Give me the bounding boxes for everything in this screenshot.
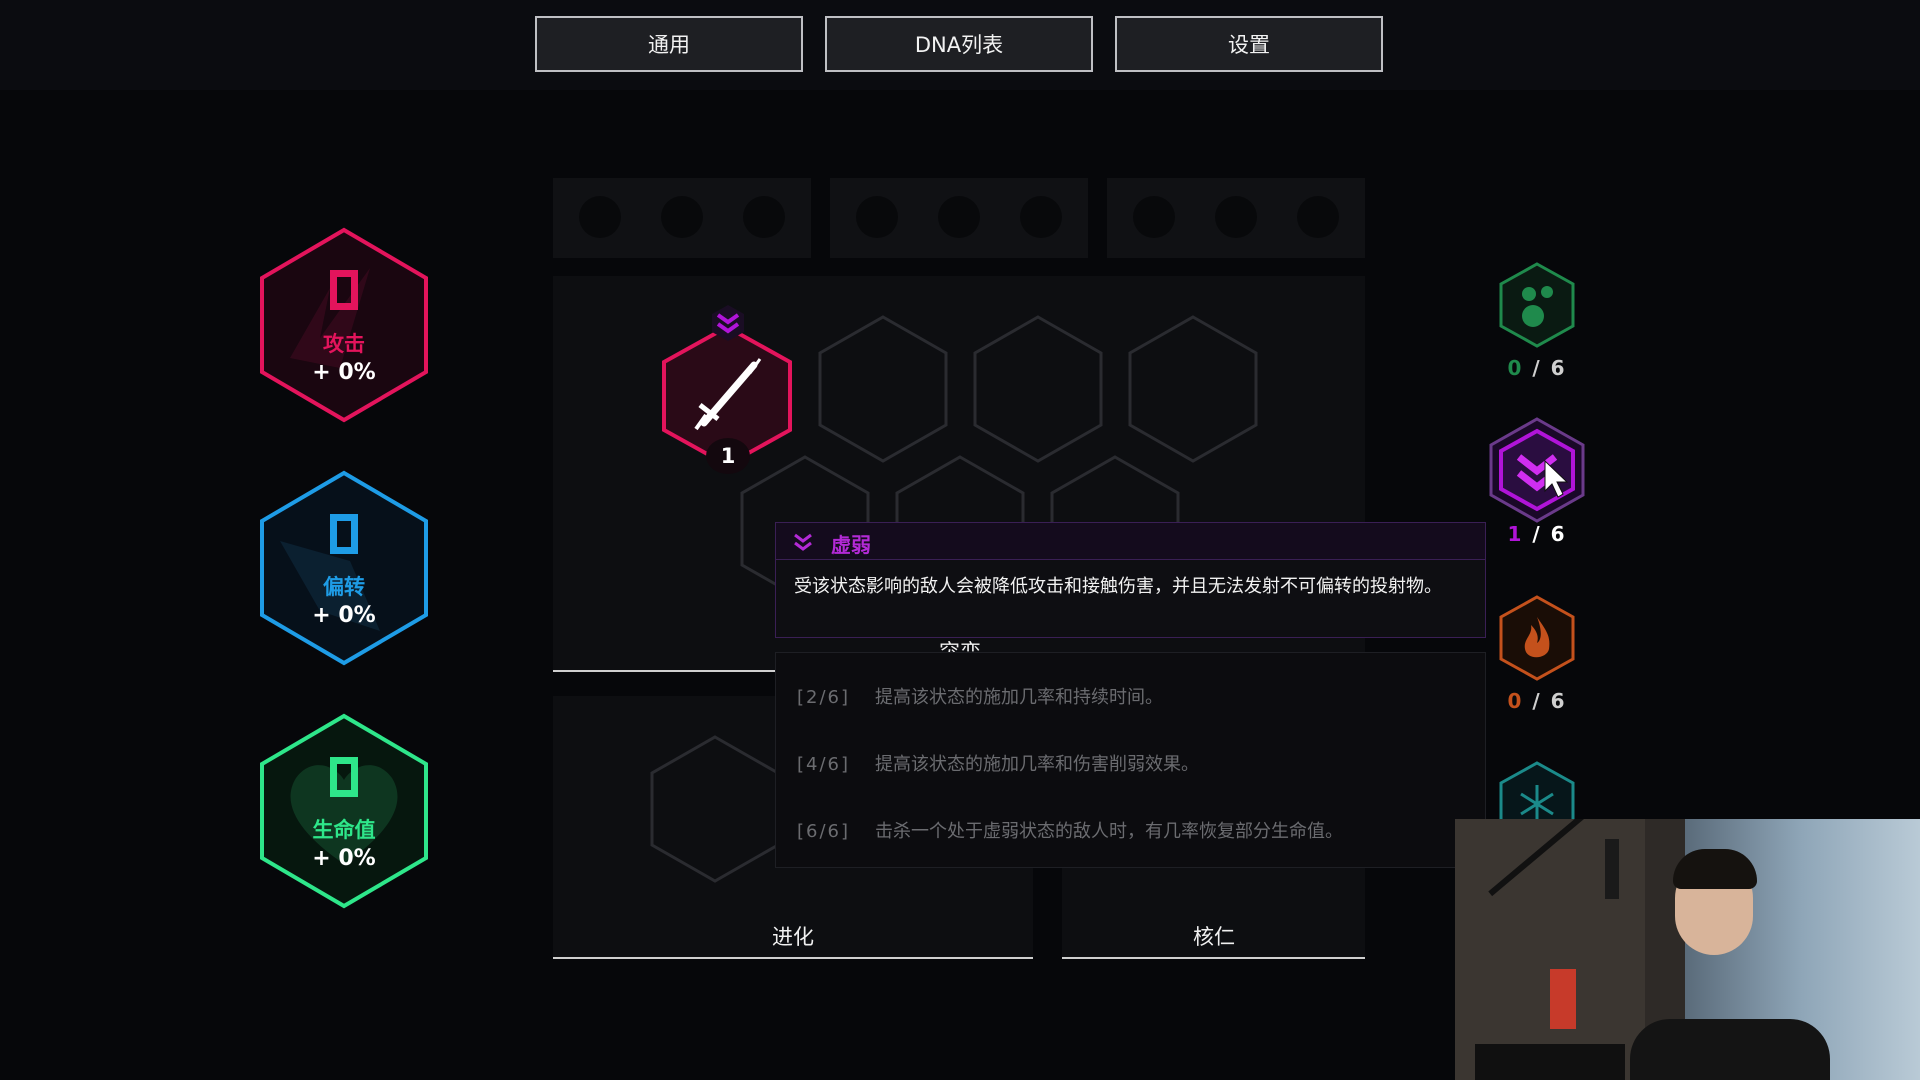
bubbles-count-value: 0: [1507, 356, 1524, 380]
empty-slot[interactable]: [1020, 196, 1062, 238]
gene-slot-strip: [830, 178, 1088, 258]
empty-hex-slot[interactable]: [818, 315, 948, 465]
tooltip-header: 虚弱: [775, 522, 1486, 560]
empty-hex-slot[interactable]: [973, 315, 1103, 465]
tab-dna-list[interactable]: DNA列表: [825, 16, 1093, 72]
attack-value: 0: [330, 270, 358, 310]
flame-count-max: / 6: [1532, 689, 1567, 713]
attack-percent: + 0%: [312, 360, 376, 385]
deflect-stat-hex: [260, 470, 428, 666]
tab-settings[interactable]: 设置: [1115, 16, 1383, 72]
empty-hex-slot[interactable]: [650, 735, 780, 885]
tier-row: [6/6] 击杀一个处于虚弱状态的敌人时，有几率恢复部分生命值。: [797, 817, 1343, 843]
attack-stat-hex: [260, 227, 428, 423]
deflect-percent: + 0%: [312, 603, 376, 628]
weaken-stack-count: 1 / 6: [1497, 522, 1577, 546]
empty-slot[interactable]: [1215, 196, 1257, 238]
empty-slot[interactable]: [856, 196, 898, 238]
flame-status-hex[interactable]: [1499, 595, 1575, 681]
attack-label: 攻击: [323, 332, 365, 356]
empty-slot[interactable]: [1133, 196, 1175, 238]
deflect-label: 偏转: [323, 575, 365, 599]
tier-level: [2/6]: [797, 687, 851, 708]
deflect-value: 0: [330, 514, 358, 554]
tier-row: [2/6] 提高该状态的施加几率和持续时间。: [797, 683, 1163, 709]
gene-level-badge: 1: [706, 438, 750, 474]
tier-bonus-panel: [2/6] 提高该状态的施加几率和持续时间。 [4/6] 提高该状态的施加几率和伤害…: [775, 652, 1486, 868]
empty-slot[interactable]: [579, 196, 621, 238]
weaken-count-value: 1: [1507, 522, 1524, 546]
tier-text: 击杀一个处于虚弱状态的敌人时，有几率恢复部分生命值。: [875, 821, 1343, 842]
core-label: 核仁: [1193, 925, 1235, 949]
empty-slot[interactable]: [938, 196, 980, 238]
tooltip-description: 受该状态影响的敌人会被降低攻击和接触伤害，并且无法发射不可偏转的投射物。: [775, 560, 1486, 638]
tier-level: [6/6]: [797, 821, 851, 842]
bubbles-count-max: / 6: [1532, 356, 1567, 380]
flame-count-value: 0: [1507, 689, 1524, 713]
evolution-label: 进化: [772, 925, 814, 949]
empty-slot[interactable]: [1297, 196, 1339, 238]
mutation-underline: [553, 670, 775, 672]
webcam-overlay: [1455, 819, 1920, 1080]
tier-text: 提高该状态的施加几率和伤害削弱效果。: [875, 754, 1199, 775]
weaken-status-hex[interactable]: [1489, 417, 1585, 523]
bubbles-status-hex[interactable]: [1499, 262, 1575, 348]
gene-slot-strip: [1107, 178, 1365, 258]
gene-slot-strip: [553, 178, 811, 258]
health-percent: + 0%: [312, 846, 376, 871]
health-value: 0: [330, 757, 358, 797]
bubbles-stack-count: 0 / 6: [1497, 356, 1577, 380]
tab-general[interactable]: 通用: [535, 16, 803, 72]
tier-level: [4/6]: [797, 754, 851, 775]
health-stat-hex: [260, 713, 428, 909]
tier-text: 提高该状态的施加几率和持续时间。: [875, 687, 1163, 708]
empty-slot[interactable]: [743, 196, 785, 238]
empty-slot[interactable]: [661, 196, 703, 238]
core-underline: [1062, 957, 1365, 959]
weaken-count-max: / 6: [1532, 522, 1567, 546]
weaken-chevron-icon: [794, 533, 812, 551]
tier-row: [4/6] 提高该状态的施加几率和伤害削弱效果。: [797, 750, 1199, 776]
evolution-underline: [553, 957, 1033, 959]
empty-hex-slot[interactable]: [1128, 315, 1258, 465]
tooltip-title: 虚弱: [831, 533, 871, 557]
weaken-chevron-icon: [712, 305, 744, 341]
health-label: 生命值: [312, 818, 376, 842]
flame-stack-count: 0 / 6: [1497, 689, 1577, 713]
